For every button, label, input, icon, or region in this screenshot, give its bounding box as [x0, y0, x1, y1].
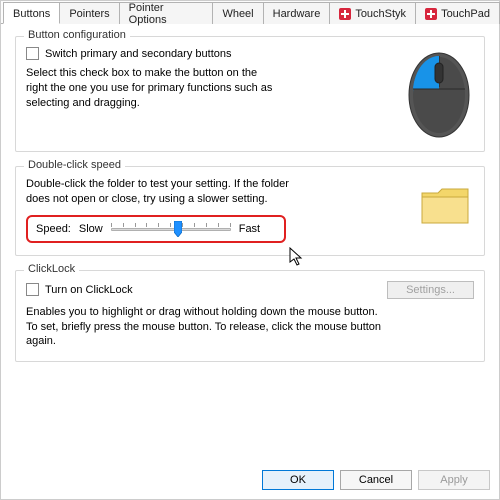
- tab-label: Buttons: [13, 8, 50, 20]
- apply-button: Apply: [418, 470, 490, 490]
- clicklock-description: Enables you to highlight or drag without…: [26, 305, 386, 350]
- checkbox-clicklock[interactable]: [26, 283, 39, 296]
- fast-label: Fast: [239, 223, 260, 235]
- button-config-description: Select this check box to make the button…: [26, 66, 276, 111]
- tab-label: Pointers: [69, 8, 109, 20]
- tab-label: TouchPad: [441, 8, 490, 20]
- tab-label: Pointer Options: [129, 2, 204, 26]
- tab-label: TouchStyk: [355, 8, 406, 20]
- checkbox-switch-buttons[interactable]: [26, 47, 39, 60]
- tab-strip: Buttons Pointers Pointer Options Wheel H…: [1, 1, 499, 24]
- slider-thumb[interactable]: [174, 221, 182, 237]
- group-legend: ClickLock: [24, 263, 79, 275]
- mouse-image: [404, 47, 474, 139]
- double-click-description: Double-click the folder to test your set…: [26, 177, 291, 207]
- speed-label: Speed:: [36, 223, 71, 235]
- test-folder-icon[interactable]: [418, 181, 474, 229]
- synaptics-icon: [425, 8, 437, 20]
- dialog-footer: OK Cancel Apply: [262, 470, 490, 490]
- group-legend: Double-click speed: [24, 159, 125, 171]
- tab-touchstyk[interactable]: TouchStyk: [329, 2, 416, 24]
- ok-button[interactable]: OK: [262, 470, 334, 490]
- checkbox-label: Switch primary and secondary buttons: [45, 48, 231, 60]
- group-double-click-speed: Double-click speed Double-click the fold…: [15, 166, 485, 256]
- tab-pointer-options[interactable]: Pointer Options: [119, 2, 214, 24]
- tab-label: Wheel: [222, 8, 253, 20]
- tab-touchpad[interactable]: TouchPad: [415, 2, 500, 24]
- tab-pointers[interactable]: Pointers: [59, 2, 119, 24]
- clicklock-settings-button: Settings...: [387, 281, 474, 299]
- cancel-button[interactable]: Cancel: [340, 470, 412, 490]
- tab-buttons[interactable]: Buttons: [3, 2, 60, 24]
- cursor-arrow-icon: [289, 247, 305, 267]
- tab-label: Hardware: [273, 8, 321, 20]
- speed-control-highlight: Speed: Slow Fast: [26, 215, 286, 243]
- tab-hardware[interactable]: Hardware: [263, 2, 331, 24]
- tab-content: Button configuration Switch primary and …: [1, 24, 499, 362]
- tab-wheel[interactable]: Wheel: [212, 2, 263, 24]
- group-button-configuration: Button configuration Switch primary and …: [15, 36, 485, 152]
- synaptics-icon: [339, 8, 351, 20]
- group-legend: Button configuration: [24, 29, 130, 41]
- checkbox-label: Turn on ClickLock: [45, 284, 133, 296]
- slow-label: Slow: [79, 223, 103, 235]
- group-clicklock: ClickLock Turn on ClickLock Settings... …: [15, 270, 485, 363]
- double-click-speed-slider[interactable]: [111, 221, 231, 237]
